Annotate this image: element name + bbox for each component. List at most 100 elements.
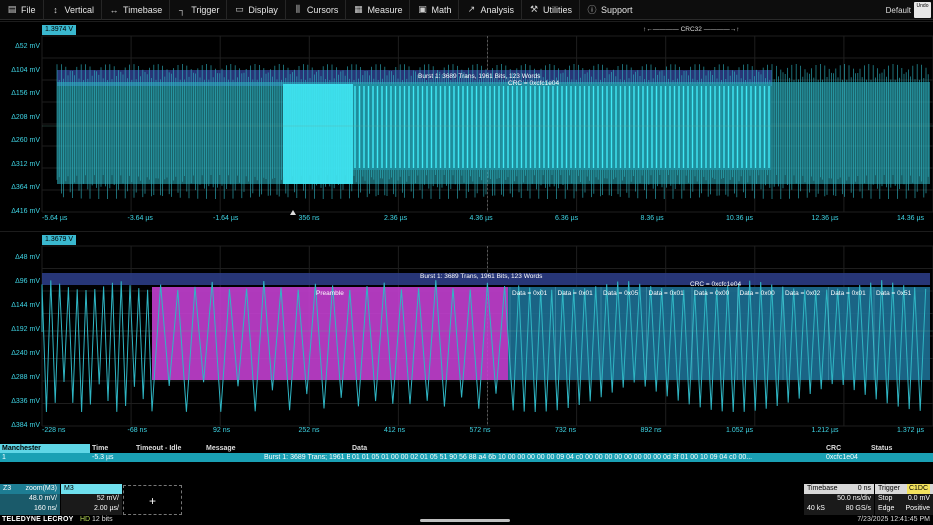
cell-time: -5.3 µs [92,454,114,461]
menu-file[interactable]: ▤ File [0,0,43,20]
grid-zoom-detail[interactable]: 1.3679 V Δ48 mV Δ96 mV Δ144 mV Δ192 mV Δ240 … [0,231,933,440]
measure-icon: ▦ [354,4,363,14]
crc-label: CRC = 0xcfc1e04 [690,281,742,288]
vertical-axis-label: Δ192 mV [11,326,40,333]
timebase-descriptor[interactable]: Timebase 0 ns 50.0 ns/div 40 kS 80 GS/s [804,484,874,515]
col-message[interactable]: Message [204,444,350,453]
z3-source: zoom(M3) [25,485,57,492]
trace-offset-badge[interactable]: 1.3679 V [42,235,77,245]
waveform-overview-trace [41,35,933,215]
table-row[interactable]: 1 -5.3 µs Burst 1: 3689 Trans; 1961 Bits… [0,453,933,462]
brand-hd: HD [80,516,91,523]
menu-trigger[interactable]: ┐ Trigger [169,0,226,20]
decode-data-label: Data = 0x00 [739,290,775,297]
menu-math[interactable]: ▣ Math [409,0,458,20]
menu-label: Support [601,4,633,15]
time-axis-label: 356 ns [298,215,320,222]
timebase-icon: ↔ [109,4,119,15]
col-timeout[interactable]: Timeout - Idle [134,444,204,453]
menu-measure[interactable]: ▦ Measure [345,0,409,20]
col-crc[interactable]: CRC [824,444,869,453]
time-axis-label: 1.052 µs [726,427,753,434]
status-bar: TELEDYNE LECROY HD 12 bits 7/23/2025 12:… [0,516,933,525]
decode-data-label: Data = 0x00 [694,290,730,297]
time-axis-label: 14.36 µs [897,215,924,222]
math-icon: ▣ [418,4,427,14]
vertical-axis-label: Δ288 mV [11,374,40,381]
add-trace-button[interactable]: + [123,485,182,515]
cell-data: 01 01 05 01 00 00 02 01 05 51 90 56 88 a… [352,454,753,461]
menu-label: Vertical [64,4,95,15]
undo-button[interactable]: Undo [914,2,931,18]
cell-crc: 0xcfc1e04 [826,454,858,461]
time-axis-label: -1.64 µs [213,215,239,222]
memory-descriptor-m3[interactable]: M3 52 mV/ 2.00 µs/ [61,484,122,515]
time-axis-label: 572 ns [469,427,491,434]
z3-tdiv: 160 ns/ [34,505,57,512]
vertical-axis-label: Δ104 mV [11,66,40,74]
timebase-title: Timebase [807,485,838,492]
menu-display[interactable]: ▭ Display [226,0,285,20]
decode-data-label: Data = 0x51 [876,290,912,297]
vertical-axis-label: Δ52 mV [15,43,40,50]
decode-table-header: Manchester Time Timeout - Idle Message D… [0,444,933,453]
menu-label: Math [431,4,452,15]
m3-tdiv: 2.00 µs/ [93,505,119,512]
vertical-axis-label: Δ336 mV [11,398,40,405]
zoom-descriptor-z3[interactable]: Z3 zoom(M3) 48.0 mV/ 160 ns/ [0,484,60,515]
vertical-axis-label: Δ144 mV [11,302,40,309]
trace-offset-badge[interactable]: 1.3974 V [42,25,77,35]
date-time: 7/23/2025 12:41:45 PM [857,516,930,523]
dock-handle[interactable] [420,519,510,522]
menu-label: Measure [367,4,403,15]
decode-data-label: Data = 0x05 [603,290,639,297]
col-manchester[interactable]: Manchester [0,444,90,453]
vertical-axis-label: Δ48 mV [15,254,40,261]
menu-label: Cursors [306,4,339,15]
menu-vertical[interactable]: ↕ Vertical [42,0,102,20]
menu-label: Analysis [480,4,514,15]
default-label[interactable]: Default [886,6,911,15]
crc32-arrow-icon: ↑←———— [643,26,679,33]
time-axis-label: 4.36 µs [469,215,493,222]
menu-label: Utilities [542,4,572,15]
vertical-axis-label: Δ364 mV [11,184,40,191]
time-axis-label: -3.64 µs [127,215,153,222]
time-axis-label: 92 ns [213,427,231,434]
time-axis-label: 1.372 µs [897,427,924,434]
vertical-axis-label: Δ416 mV [11,207,40,215]
trigger-descriptor[interactable]: Trigger C1DC Stop 0.0 mV Edge Positive [875,484,933,515]
vertical-axis-label: Δ312 mV [11,160,40,168]
menu-cursors[interactable]: ⫼ Cursors [284,0,346,20]
crc-label: CRC = 0xcfc1e04 [508,80,560,87]
trigger-type: Edge [878,505,895,512]
time-axis-label: 6.36 µs [555,215,579,222]
time-axis-label: 12.36 µs [811,215,839,222]
trigger-mode: Stop [878,495,893,502]
cell-timeout [134,453,204,462]
menu-analysis[interactable]: ↗ Analysis [458,0,521,20]
utilities-icon: ⚒ [529,4,539,14]
grid-zoom-overview[interactable]: 1.3974 V Δ52 mV Δ104 mV Δ156 mV Δ208 mV Δ260… [0,21,933,226]
col-time[interactable]: Time [90,444,134,453]
burst-label: Burst 1: 3689 Trans, 1961 Bits, 123 Word… [418,73,541,80]
time-axis-label: 892 ns [640,427,662,434]
menu-utilities[interactable]: ⚒ Utilities [520,0,579,20]
waveform-zoom-trace [41,245,933,427]
brand-logo: TELEDYNE LECROY [2,516,74,523]
menu-support[interactable]: ⓘ Support [579,0,640,20]
trigger-level: 0.0 mV [907,495,930,502]
menu-timebase[interactable]: ↔ Timebase [101,0,169,20]
display-icon: ▭ [235,4,244,14]
col-status[interactable]: Status [869,444,933,453]
col-data[interactable]: Data [350,444,824,453]
time-axis-label: 412 ns [384,427,406,434]
time-axis-label: 2.36 µs [384,215,408,222]
vertical-axis-label: Δ208 mV [11,113,40,121]
timebase-rate: 80 GS/s [845,505,871,512]
file-icon: ▤ [7,4,17,14]
decode-data-label: Data = 0x02 [785,290,821,297]
adc-bits: 12 bits [92,516,113,523]
time-axis-label: 1.212 µs [811,427,839,434]
decode-data-label: Data = 0x01 [830,290,866,297]
